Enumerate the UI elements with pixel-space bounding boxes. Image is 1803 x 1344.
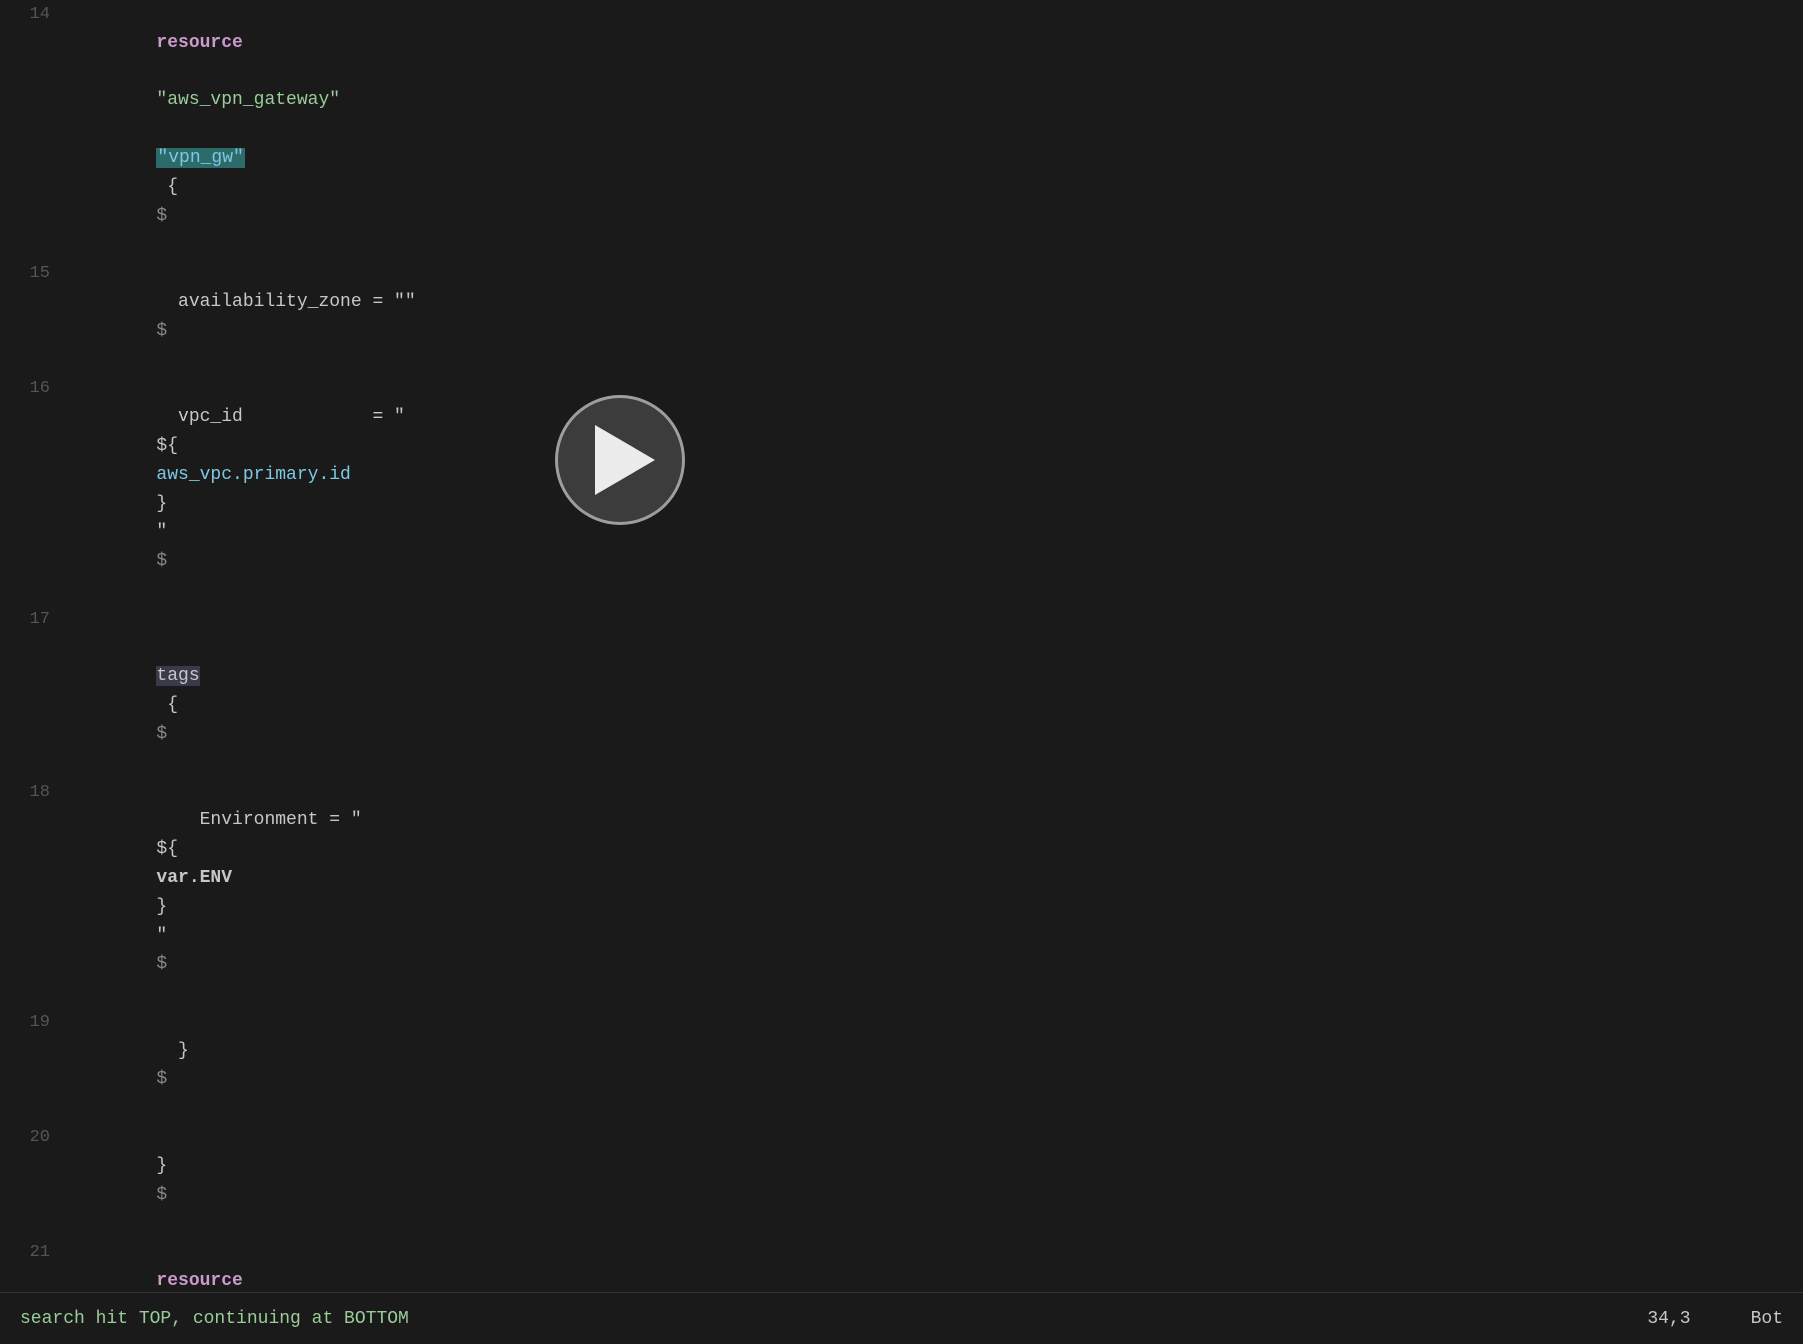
code-line-19: 19 } $ bbox=[0, 1008, 1803, 1123]
cursor-position: 34,3 bbox=[1647, 1309, 1690, 1329]
code-content: 14 resource "aws_vpn_gateway" "vpn_gw" {… bbox=[0, 0, 1803, 1292]
code-line-16: 16 vpc_id = " ${ aws_vpc.primary.id } " … bbox=[0, 374, 1803, 604]
code-line-20: 20 } $ bbox=[0, 1123, 1803, 1238]
search-status: search hit TOP, continuing at BOTTOM bbox=[20, 1309, 409, 1329]
play-triangle-icon bbox=[595, 425, 655, 495]
code-line-18: 18 Environment = " ${ var.ENV } " $ bbox=[0, 778, 1803, 1008]
status-right: 34,3 Bot bbox=[1647, 1309, 1783, 1329]
code-line-14: 14 resource "aws_vpn_gateway" "vpn_gw" {… bbox=[0, 0, 1803, 259]
code-line-21: 21 resource "aws_customer_gateway" "cust… bbox=[0, 1238, 1803, 1292]
code-line-17: 17 tags { $ bbox=[0, 605, 1803, 778]
play-button[interactable] bbox=[555, 395, 685, 525]
status-bar: search hit TOP, continuing at BOTTOM 34,… bbox=[0, 1292, 1803, 1344]
code-line-15: 15 availability_zone = "" $ bbox=[0, 259, 1803, 374]
editor-mode: Bot bbox=[1751, 1309, 1783, 1329]
code-editor: 14 resource "aws_vpn_gateway" "vpn_gw" {… bbox=[0, 0, 1803, 1344]
